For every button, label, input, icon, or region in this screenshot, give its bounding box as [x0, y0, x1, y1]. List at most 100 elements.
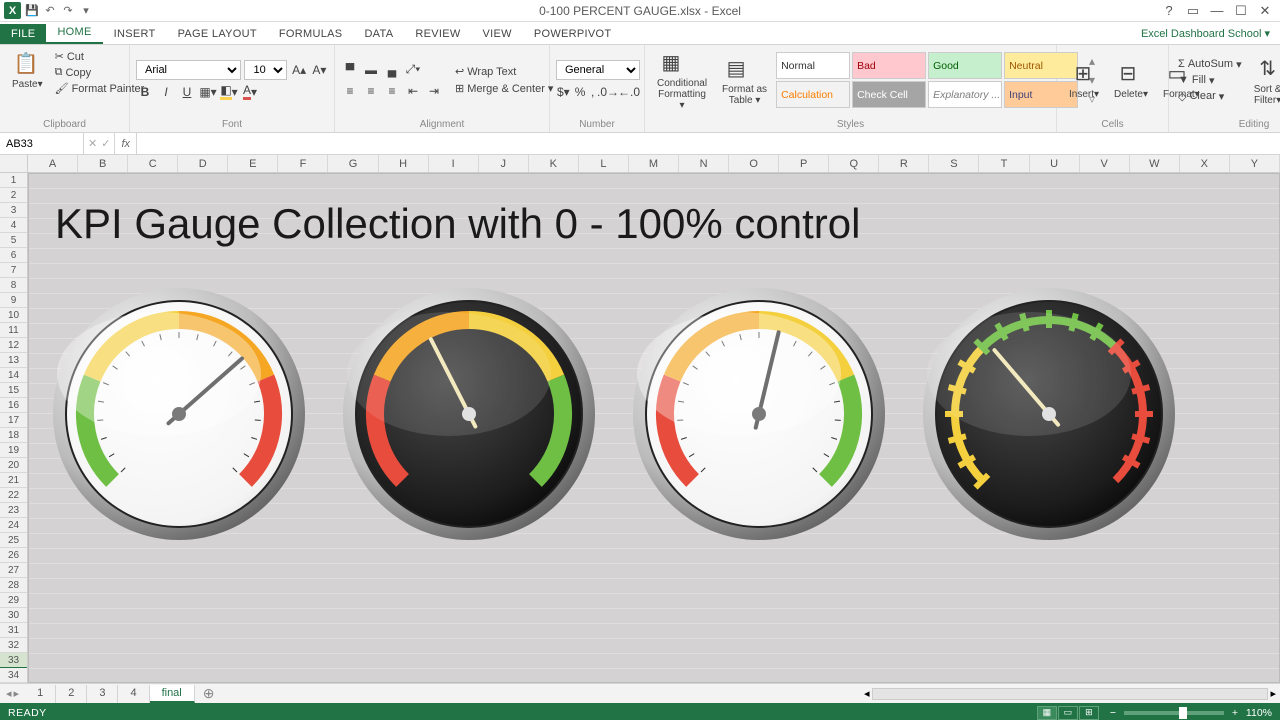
row-header[interactable]: 32 [0, 638, 27, 653]
align-top-icon[interactable]: ▀ [341, 61, 359, 79]
formula-input[interactable] [137, 133, 1280, 154]
ribbon-display-icon[interactable]: ▭ [1182, 2, 1204, 20]
maximize-icon[interactable]: ☐ [1230, 2, 1252, 20]
column-header[interactable]: A [28, 155, 78, 172]
zoom-level[interactable]: 110% [1246, 707, 1272, 719]
fx-icon[interactable]: fx [115, 133, 137, 154]
row-header[interactable]: 9 [0, 293, 27, 308]
sheet-tab-1[interactable]: 1 [25, 685, 56, 703]
cell-styles-gallery[interactable]: NormalBadGoodNeutralCalculationCheck Cel… [776, 52, 1078, 108]
column-header[interactable]: E [228, 155, 278, 172]
tab-powerpivot[interactable]: POWERPIVOT [523, 24, 623, 44]
tab-data[interactable]: DATA [353, 24, 404, 44]
row-header[interactable]: 22 [0, 488, 27, 503]
style-cell-bad[interactable]: Bad [852, 52, 926, 79]
gauge-chart[interactable] [629, 284, 889, 544]
row-header[interactable]: 34 [0, 668, 27, 683]
format-as-table-button[interactable]: ▤ Format as Table ▾ [716, 52, 773, 109]
font-name-select[interactable]: Arial [136, 60, 241, 80]
accounting-format-icon[interactable]: $▾ [556, 83, 571, 101]
column-header[interactable]: W [1130, 155, 1180, 172]
style-cell-calculation[interactable]: Calculation [776, 81, 850, 108]
decrease-decimal-icon[interactable]: ←.0 [620, 83, 638, 101]
align-center-icon[interactable]: ≡ [362, 82, 380, 100]
column-header[interactable]: O [729, 155, 779, 172]
row-header[interactable]: 29 [0, 593, 27, 608]
row-header[interactable]: 10 [0, 308, 27, 323]
row-header[interactable]: 14 [0, 368, 27, 383]
style-cell-explanatory-[interactable]: Explanatory ... [928, 81, 1002, 108]
row-header[interactable]: 17 [0, 413, 27, 428]
row-header[interactable]: 4 [0, 218, 27, 233]
sheet-tab-2[interactable]: 2 [56, 685, 87, 703]
page-layout-view-button[interactable]: ▭ [1058, 706, 1078, 720]
row-header[interactable]: 19 [0, 443, 27, 458]
gauge-chart[interactable] [49, 284, 309, 544]
column-header[interactable]: R [879, 155, 929, 172]
row-header[interactable]: 33 [0, 653, 27, 668]
autosum-button[interactable]: ΣAutoSum ▾ [1175, 57, 1245, 72]
column-header[interactable]: F [278, 155, 328, 172]
tab-insert[interactable]: INSERT [103, 24, 167, 44]
fill-color-button[interactable]: ◧▾ [220, 83, 238, 101]
column-header[interactable]: S [929, 155, 979, 172]
page-break-view-button[interactable]: ⊞ [1079, 706, 1099, 720]
horizontal-scrollbar[interactable]: ◂ ▸ [860, 687, 1280, 701]
percent-format-icon[interactable]: % [574, 83, 587, 101]
column-header[interactable]: Q [829, 155, 879, 172]
sheet-tab-4[interactable]: 4 [118, 685, 149, 703]
column-header[interactable]: U [1030, 155, 1080, 172]
column-header[interactable]: P [779, 155, 829, 172]
conditional-formatting-button[interactable]: ▦ Conditional Formatting ▾ [651, 46, 713, 114]
column-header[interactable]: J [479, 155, 529, 172]
column-header[interactable]: H [379, 155, 429, 172]
select-all-button[interactable] [0, 155, 28, 172]
normal-view-button[interactable]: ▦ [1037, 706, 1057, 720]
column-header[interactable]: G [328, 155, 378, 172]
sheet-nav-first-icon[interactable]: ◂ [6, 687, 12, 700]
row-header[interactable]: 6 [0, 248, 27, 263]
tab-file[interactable]: FILE [0, 24, 46, 44]
bold-button[interactable]: B [136, 83, 154, 101]
zoom-slider[interactable] [1124, 711, 1224, 715]
new-sheet-button[interactable]: ⊕ [195, 685, 223, 702]
decrease-font-icon[interactable]: A▾ [311, 61, 328, 79]
column-header[interactable]: V [1080, 155, 1130, 172]
row-header[interactable]: 26 [0, 548, 27, 563]
gauge-chart[interactable] [339, 284, 599, 544]
column-header[interactable]: B [78, 155, 128, 172]
increase-font-icon[interactable]: A▴ [290, 61, 307, 79]
row-header[interactable]: 12 [0, 338, 27, 353]
scroll-right-icon[interactable]: ▸ [1270, 687, 1276, 700]
sheet-nav-last-icon[interactable]: ▸ [14, 687, 20, 700]
align-right-icon[interactable]: ≡ [383, 82, 401, 100]
tab-review[interactable]: REVIEW [404, 24, 471, 44]
sheet-tab-3[interactable]: 3 [87, 685, 118, 703]
row-header[interactable]: 3 [0, 203, 27, 218]
zoom-slider-thumb[interactable] [1179, 707, 1187, 719]
save-icon[interactable]: 💾 [25, 4, 39, 18]
cancel-formula-icon[interactable]: ✕ [88, 137, 97, 150]
increase-decimal-icon[interactable]: .0→ [599, 83, 617, 101]
align-middle-icon[interactable]: ▬ [362, 61, 380, 79]
tab-home[interactable]: HOME [46, 22, 102, 44]
wrap-text-button[interactable]: ↩Wrap Text [452, 64, 556, 79]
paste-button[interactable]: 📋 Paste▾ [6, 47, 49, 93]
row-header[interactable]: 8 [0, 278, 27, 293]
align-bottom-icon[interactable]: ▄ [383, 61, 401, 79]
row-header[interactable]: 28 [0, 578, 27, 593]
row-header[interactable]: 21 [0, 473, 27, 488]
undo-icon[interactable]: ↶ [43, 4, 57, 18]
zoom-out-button[interactable]: − [1107, 707, 1119, 719]
gauge-chart[interactable] [919, 284, 1179, 544]
row-header[interactable]: 5 [0, 233, 27, 248]
row-header[interactable]: 27 [0, 563, 27, 578]
row-header[interactable]: 31 [0, 623, 27, 638]
fill-button[interactable]: ▼Fill ▾ [1175, 73, 1245, 88]
name-box-input[interactable] [6, 138, 77, 150]
scroll-left-icon[interactable]: ◂ [864, 687, 870, 700]
tab-page-layout[interactable]: PAGE LAYOUT [167, 24, 268, 44]
close-icon[interactable]: ✕ [1254, 2, 1276, 20]
minimize-icon[interactable]: — [1206, 2, 1228, 20]
row-header[interactable]: 23 [0, 503, 27, 518]
